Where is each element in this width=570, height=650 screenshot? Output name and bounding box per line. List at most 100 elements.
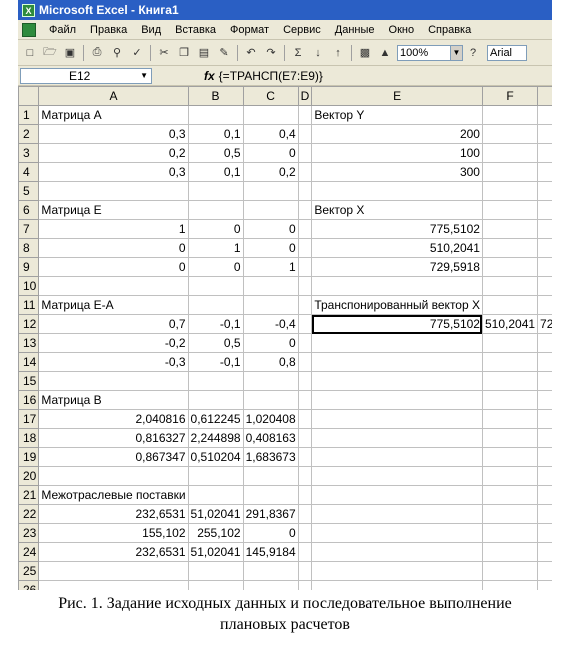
cell-f5[interactable] bbox=[481, 181, 539, 201]
chart-wizard-icon[interactable]: ▩ bbox=[356, 44, 374, 62]
row-header[interactable]: 15 bbox=[18, 371, 40, 391]
cell-c3[interactable]: 0 bbox=[242, 143, 299, 163]
row-header[interactable]: 19 bbox=[18, 447, 40, 467]
cell-g10[interactable] bbox=[537, 276, 552, 296]
cell-a25[interactable] bbox=[38, 561, 189, 581]
menu-tools[interactable]: Сервис bbox=[276, 24, 328, 36]
cell-g24[interactable] bbox=[537, 542, 552, 562]
cell-d8[interactable] bbox=[297, 238, 313, 258]
cell-e9[interactable]: 729,5918 bbox=[311, 257, 483, 277]
cell-b15[interactable] bbox=[187, 371, 244, 391]
cell-b3[interactable]: 0,5 bbox=[187, 143, 244, 163]
cell-d10[interactable] bbox=[297, 276, 313, 296]
cell-e17[interactable] bbox=[311, 409, 483, 429]
format-painter-icon[interactable]: ✎ bbox=[215, 44, 233, 62]
cell-g17[interactable] bbox=[537, 409, 552, 429]
row-header[interactable]: 1 bbox=[18, 105, 40, 125]
cell-e7[interactable]: 775,5102 bbox=[311, 219, 483, 239]
cell-e15[interactable] bbox=[311, 371, 483, 391]
cell-e11[interactable]: Транспонированный вектор Х bbox=[311, 295, 483, 315]
cell-f9[interactable] bbox=[481, 257, 539, 277]
cell-f15[interactable] bbox=[481, 371, 539, 391]
cell-f2[interactable] bbox=[481, 124, 539, 144]
cell-e3[interactable]: 100 bbox=[311, 143, 483, 163]
paste-icon[interactable]: ▤ bbox=[195, 44, 213, 62]
cell-d26[interactable] bbox=[297, 580, 313, 590]
row-header[interactable]: 8 bbox=[18, 238, 40, 258]
cell-g16[interactable] bbox=[537, 390, 552, 410]
cell-d1[interactable] bbox=[297, 105, 313, 125]
cell-b13[interactable]: 0,5 bbox=[187, 333, 244, 353]
workbook-icon[interactable] bbox=[22, 22, 36, 37]
row-header[interactable]: 13 bbox=[18, 333, 40, 353]
cell-e24[interactable] bbox=[311, 542, 483, 562]
cell-e21[interactable] bbox=[311, 485, 483, 505]
autosum-icon[interactable]: Σ bbox=[289, 44, 307, 62]
cell-f3[interactable] bbox=[481, 143, 539, 163]
cell-d6[interactable] bbox=[297, 200, 313, 220]
new-document-icon[interactable]: □ bbox=[21, 44, 39, 62]
cell-g8[interactable] bbox=[537, 238, 552, 258]
cell-e19[interactable] bbox=[311, 447, 483, 467]
zoom-select[interactable]: 100% bbox=[397, 44, 451, 61]
cell-e8[interactable]: 510,2041 bbox=[311, 238, 483, 258]
cell-e12[interactable]: 775,5102 bbox=[311, 314, 483, 334]
cell-c2[interactable]: 0,4 bbox=[242, 124, 299, 144]
column-header[interactable]: G bbox=[537, 86, 552, 106]
cell-d24[interactable] bbox=[297, 542, 313, 562]
cell-f4[interactable] bbox=[481, 162, 539, 182]
cell-a19[interactable]: 0,867347 bbox=[38, 447, 189, 467]
row-header[interactable]: 9 bbox=[18, 257, 40, 277]
column-header[interactable]: D bbox=[297, 86, 313, 106]
cell-a15[interactable] bbox=[38, 371, 189, 391]
cell-b23[interactable]: 255,102 bbox=[187, 523, 244, 543]
cell-c15[interactable] bbox=[242, 371, 299, 391]
cell-d13[interactable] bbox=[297, 333, 313, 353]
row-header[interactable]: 23 bbox=[18, 523, 40, 543]
cell-b12[interactable]: -0,1 bbox=[187, 314, 244, 334]
help-icon[interactable]: ? bbox=[464, 44, 482, 62]
cell-g13[interactable] bbox=[537, 333, 552, 353]
name-box[interactable]: E12 ▼ bbox=[20, 67, 152, 84]
cell-f11[interactable] bbox=[481, 295, 539, 315]
cell-e16[interactable] bbox=[311, 390, 483, 410]
cell-c5[interactable] bbox=[242, 181, 299, 201]
cell-g25[interactable] bbox=[537, 561, 552, 581]
cell-a11[interactable]: Матрица Е-А bbox=[38, 295, 189, 315]
cell-g3[interactable] bbox=[537, 143, 552, 163]
cell-f23[interactable] bbox=[481, 523, 539, 543]
cell-d11[interactable] bbox=[297, 295, 313, 315]
cell-a20[interactable] bbox=[38, 466, 189, 486]
zoom-dropdown-icon[interactable]: ▼ bbox=[451, 44, 463, 61]
cell-b7[interactable]: 0 bbox=[187, 219, 244, 239]
formula-input[interactable]: {=ТРАНСП(E7:E9)} bbox=[219, 69, 323, 83]
row-header[interactable]: 7 bbox=[18, 219, 40, 239]
cell-a17[interactable]: 2,040816 bbox=[38, 409, 189, 429]
cell-g11[interactable] bbox=[537, 295, 552, 315]
cell-g4[interactable] bbox=[537, 162, 552, 182]
row-header[interactable]: 10 bbox=[18, 276, 40, 296]
row-header[interactable]: 4 bbox=[18, 162, 40, 182]
cell-e14[interactable] bbox=[311, 352, 483, 372]
row-header[interactable]: 22 bbox=[18, 504, 40, 524]
cell-b19[interactable]: 0,510204 bbox=[187, 447, 244, 467]
cell-g19[interactable] bbox=[537, 447, 552, 467]
cell-c26[interactable] bbox=[242, 580, 299, 590]
select-all-corner[interactable] bbox=[18, 86, 40, 106]
cell-d15[interactable] bbox=[297, 371, 313, 391]
spelling-icon[interactable]: ✓ bbox=[128, 44, 146, 62]
open-folder-icon[interactable]: 🗁 bbox=[41, 44, 59, 62]
cell-a10[interactable] bbox=[38, 276, 189, 296]
cell-f10[interactable] bbox=[481, 276, 539, 296]
row-header[interactable]: 21 bbox=[18, 485, 40, 505]
cell-g5[interactable] bbox=[537, 181, 552, 201]
cell-c12[interactable]: -0,4 bbox=[242, 314, 299, 334]
cell-c14[interactable]: 0,8 bbox=[242, 352, 299, 372]
cell-d9[interactable] bbox=[297, 257, 313, 277]
menu-insert[interactable]: Вставка bbox=[168, 24, 223, 36]
menu-file[interactable]: Файл bbox=[42, 24, 83, 36]
font-select[interactable]: Arial bbox=[487, 44, 527, 61]
row-header[interactable]: 26 bbox=[18, 580, 40, 590]
cell-c23[interactable]: 0 bbox=[242, 523, 299, 543]
cell-c18[interactable]: 0,408163 bbox=[242, 428, 299, 448]
